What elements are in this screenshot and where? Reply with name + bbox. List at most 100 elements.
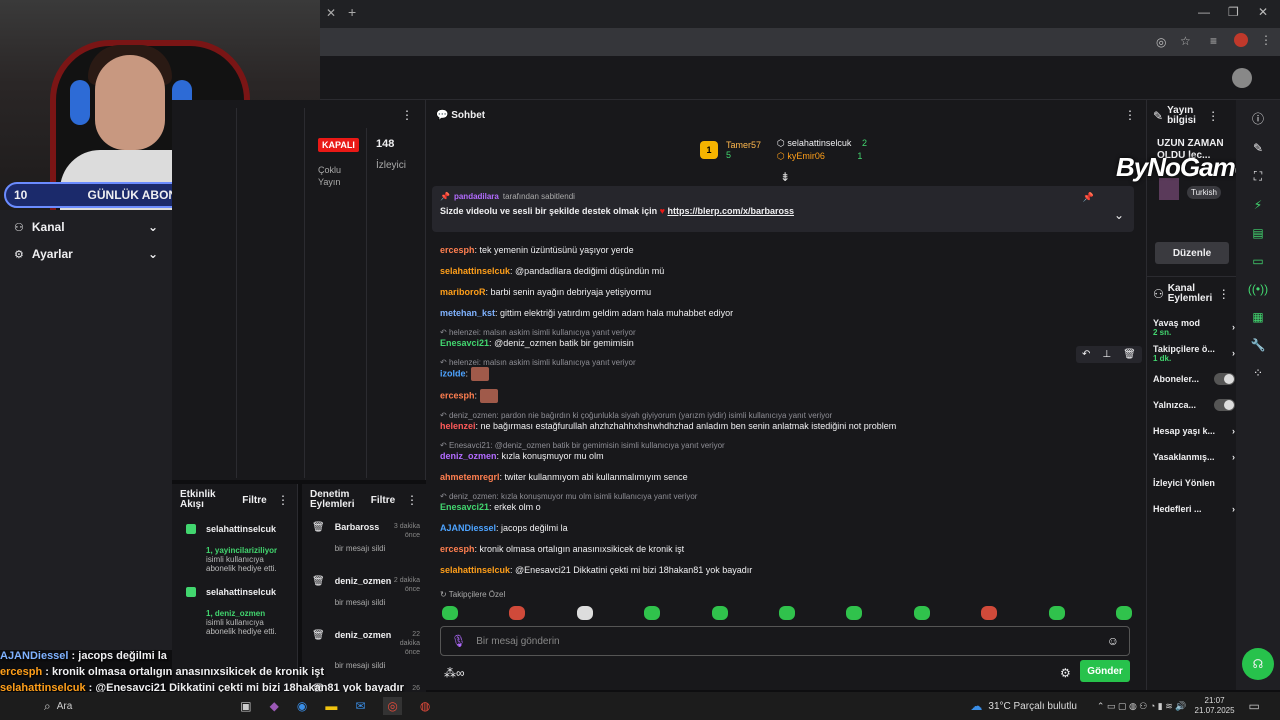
chat-message[interactable]: ercesph: [440, 389, 1130, 403]
chat-username[interactable]: AJANDiessel [440, 523, 496, 533]
nav-item-channel[interactable]: ⚇ Kanal ⌄ [0, 213, 172, 240]
taskview-icon[interactable]: ▣ [240, 699, 251, 713]
taskbar-search[interactable]: Ara [57, 701, 73, 712]
window-close-icon[interactable]: ✕ [1258, 5, 1268, 19]
reply-context[interactable]: ↶ Enesavci21: @deniz_ozmen batik bir gem… [440, 441, 1130, 450]
broadcast-icon[interactable]: ((•)) [1248, 282, 1268, 296]
chat-username[interactable]: ercesph [440, 544, 475, 554]
emote-icon[interactable] [1115, 606, 1132, 620]
mod-user[interactable]: deniz_ozmen [335, 630, 392, 640]
mod-user[interactable]: deniz_ozmen [335, 576, 392, 586]
channel-action-item[interactable]: Takipçilere ö... 1 dk. › [1153, 340, 1235, 366]
emote-icon[interactable] [442, 606, 458, 620]
copilot-icon[interactable]: ◆ [270, 699, 279, 713]
points-icon[interactable]: ⁂∞ [444, 666, 465, 680]
emote-icon[interactable] [846, 606, 863, 620]
chrome-icon[interactable]: ◎ [383, 697, 402, 715]
chat-username[interactable]: Enesavci21 [440, 502, 489, 512]
chat-message[interactable]: AJANDiessel: jacops değilmi la [440, 522, 1130, 535]
address-bar[interactable]: ◎ ☆ ≡ ⋮ [320, 28, 1280, 56]
activity-user[interactable]: selahattinselcuk [206, 587, 276, 597]
edge-icon[interactable]: ◉ [297, 699, 307, 713]
top-supporter-name[interactable]: Tamer57 [726, 140, 761, 150]
channel-action-item[interactable]: Hesap yaşı k... › [1153, 418, 1235, 444]
mod-filter-button[interactable]: Filtre [371, 495, 395, 506]
chat-message[interactable]: ↶ Enesavci21: @deniz_ozmen batik bir gem… [440, 441, 1130, 463]
menu-dots-icon[interactable]: ⋮ [1260, 33, 1272, 47]
channel-action-item[interactable]: Aboneler... [1153, 366, 1235, 392]
menu-dots-icon[interactable]: ⋮ [1207, 109, 1219, 123]
pinned-link[interactable]: https://blerp.com/x/barbaross [667, 206, 794, 216]
chat-message[interactable]: ↶ helenzei: malsın askim isimli kullanıc… [440, 358, 1130, 381]
info-icon[interactable]: ⓘ [1252, 110, 1264, 127]
dots-icon[interactable]: ⁘ [1253, 366, 1263, 380]
emote-icon[interactable] [644, 606, 661, 620]
profile-icon[interactable] [1234, 33, 1248, 47]
edit-icon[interactable]: ✎ [1253, 141, 1263, 155]
toggle-switch[interactable] [1213, 373, 1235, 385]
tray-icons[interactable]: ⌃ ▭ ▢ ◍ ⚇ ◔ ▮ ≋ 🔊 [1097, 701, 1187, 712]
bolt-icon[interactable]: ⚡ [1254, 198, 1262, 212]
activity-user[interactable]: selahattinselcuk [206, 524, 276, 534]
toggle-switch[interactable] [1213, 399, 1235, 411]
chat-username[interactable]: metehan_kst [440, 308, 495, 318]
chat-message[interactable]: ↶ helenzei: malsın askim isimli kullanıc… [440, 328, 1130, 350]
chat-username[interactable]: deniz_ozmen [440, 451, 497, 461]
edit-button[interactable]: Düzenle [1155, 242, 1229, 264]
close-tab-icon[interactable]: ✕ [326, 6, 336, 20]
channel-action-item[interactable]: Yalnızca... [1153, 392, 1235, 418]
emote-icon[interactable] [509, 606, 526, 620]
channel-action-item[interactable]: Yavaş mod 2 sn. › [1153, 314, 1235, 340]
mic-icon[interactable]: 🎙 [451, 634, 466, 648]
new-tab-icon[interactable]: + [348, 4, 356, 20]
chat-username[interactable]: helenzei [440, 421, 476, 431]
activity-filter-button[interactable]: Filtre [242, 495, 266, 506]
chat-username[interactable]: mariboroR [440, 287, 486, 297]
search-icon[interactable]: ⌕ [44, 699, 51, 714]
menu-dots-icon[interactable]: ⋮ [1124, 108, 1136, 122]
chat-username[interactable]: izolde [440, 368, 466, 378]
chat-message[interactable]: selahattinselcuk: @Enesavci21 Dikkatini … [440, 564, 1130, 577]
reply-context[interactable]: ↶ deniz_ozmen: pardon nie bağırdın ki ço… [440, 411, 1130, 420]
channel-action-item[interactable]: Hedefleri ... › [1153, 496, 1235, 522]
chat-username[interactable]: ahmetemregrl [440, 472, 500, 482]
chat-username[interactable]: Enesavci21 [440, 338, 489, 348]
folder-icon[interactable]: ▬ [325, 699, 337, 713]
pinned-by-user[interactable]: pandadilara [454, 192, 499, 201]
obs-icon[interactable]: ◍ [420, 699, 430, 713]
language-tag[interactable]: Turkish [1187, 186, 1221, 199]
outlook-icon[interactable]: ✉ [355, 699, 365, 713]
channel-action-item[interactable]: Yasaklanmış... › [1153, 444, 1235, 470]
notifications-icon[interactable]: ▭ [1249, 699, 1260, 713]
emote-icon[interactable] [576, 606, 593, 620]
layout-icon[interactable]: ▦ [1252, 310, 1263, 324]
top-supporter-name[interactable]: selahattinselcuk [787, 138, 851, 148]
send-button[interactable]: Gönder [1080, 660, 1130, 682]
chat-message[interactable]: ahmetemregrl: twiter kullanmıyom abi kul… [440, 471, 1130, 484]
star-icon[interactable]: ☆ [1180, 34, 1191, 48]
chat-username[interactable]: selahattinselcuk [440, 565, 510, 575]
support-button[interactable]: ☊ [1242, 648, 1274, 680]
chevron-down-icon[interactable]: ⌄ [1114, 208, 1124, 222]
chat-username[interactable]: selahattinselcuk [440, 266, 510, 276]
menu-dots-icon[interactable]: ⋮ [401, 108, 413, 122]
chat-username[interactable]: ercesph [440, 245, 475, 255]
unpin-icon[interactable]: 📌 [1083, 192, 1094, 203]
chat-message[interactable]: ercesph: kronik olmasa ortalıgın anasını… [440, 543, 1130, 556]
emoji-icon[interactable]: ☺ [1107, 634, 1119, 648]
menu-dots-icon[interactable]: ⋮ [1218, 287, 1230, 301]
media-icon[interactable]: ≡ [1210, 34, 1217, 48]
top-supporter-name[interactable]: kyEmir06 [787, 151, 825, 161]
channel-action-item[interactable]: İzleyici Yönlendir... [1153, 470, 1235, 496]
avatar[interactable] [1232, 68, 1252, 88]
chat-username[interactable]: ercesph [440, 390, 475, 400]
crop-icon[interactable]: ⛶ [1254, 169, 1262, 184]
chat-message[interactable]: metehan_kst: gittim elektriği yatırdım g… [440, 307, 1130, 320]
chat-message[interactable]: ↶ deniz_ozmen: pardon nie bağırdın ki ço… [440, 411, 1130, 433]
chat-message[interactable]: selahattinselcuk: @pandadilara dediğimi … [440, 265, 1130, 278]
reply-context[interactable]: ↶ helenzei: malsın askim isimli kullanıc… [440, 328, 1130, 337]
document-icon[interactable]: ▤ [1252, 226, 1263, 240]
scroll-down-icon[interactable]: ⇟ [780, 170, 790, 184]
weather-text[interactable]: 31°C Parçalı bulutlu [988, 701, 1077, 712]
emote-icon[interactable] [778, 606, 795, 620]
